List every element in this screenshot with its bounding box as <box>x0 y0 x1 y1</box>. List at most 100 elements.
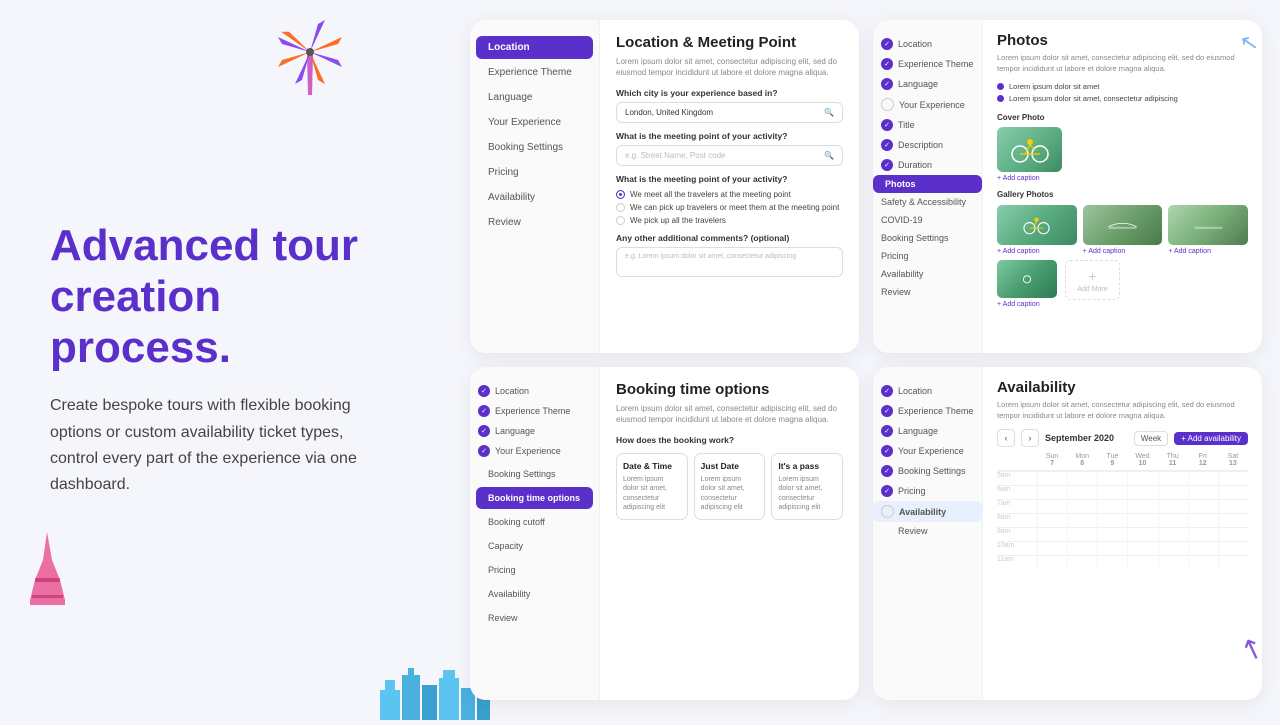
check-dot: ✓ <box>881 38 893 50</box>
sidebar-pricing-p[interactable]: Pricing <box>873 247 982 265</box>
radio-item-3[interactable]: We pick up all the travelers <box>616 216 843 225</box>
option-date-time[interactable]: Date & Time Lorem ipsum dolor sit amet, … <box>616 453 688 519</box>
av-location[interactable]: ✓ Location <box>873 381 982 401</box>
sidebar-booking-s[interactable]: Booking Settings <box>873 229 982 247</box>
gallery-item-1: + Add caption <box>997 205 1077 255</box>
bk-availability[interactable]: Availability <box>476 583 593 605</box>
gallery-item-2: + Add caption <box>1083 205 1163 255</box>
bk-review[interactable]: Review <box>476 607 593 629</box>
sidebar-review-p[interactable]: Review <box>873 283 982 301</box>
radio-group: We meet all the travelers at the meeting… <box>616 190 843 225</box>
left-panel: Advanced tour creation process. Create b… <box>0 0 460 720</box>
comments-textarea[interactable]: e.g. Lorem ipsum dolor sit amet, consect… <box>616 247 843 277</box>
av-booking-s[interactable]: ✓ Booking Settings <box>873 461 982 481</box>
option-jd-desc: Lorem ipsum dolor sit amet, consectetur … <box>701 475 759 511</box>
av-exp-theme[interactable]: ✓ Experience Theme <box>873 401 982 421</box>
windmill-decoration <box>270 10 350 100</box>
nav-booking-settings[interactable]: Booking Settings <box>476 136 593 159</box>
radio-item-2[interactable]: We can pick up travelers or meet them at… <box>616 203 843 212</box>
sidebar-covid[interactable]: COVID-19 <box>873 211 982 229</box>
cal-add-button[interactable]: + Add availability <box>1174 432 1248 445</box>
av-review[interactable]: Review <box>873 522 982 540</box>
cal-row-9am: 9am <box>997 527 1248 541</box>
av-availability[interactable]: Availability <box>873 501 982 522</box>
sidebar-your-exp[interactable]: Your Experience <box>873 94 982 115</box>
bk-booking-settings[interactable]: Booking Settings <box>476 463 593 485</box>
booking-options: Date & Time Lorem ipsum dolor sit amet, … <box>616 453 843 519</box>
bullet-dot-2 <box>997 95 1004 102</box>
av-dot-1: ✓ <box>881 385 893 397</box>
nav-your-experience[interactable]: Your Experience <box>476 111 593 134</box>
check-grey <box>881 98 894 111</box>
av-your-exp[interactable]: ✓ Your Experience <box>873 441 982 461</box>
meeting-input[interactable]: e.g. Street Name, Post code 🔍 <box>616 145 843 166</box>
sidebar-photos[interactable]: Photos <box>873 175 982 193</box>
photos-card: ✓ Location ✓ Experience Theme ✓ Language… <box>873 20 1262 353</box>
bk-dot-4: ✓ <box>478 445 490 457</box>
booking-sidebar: ✓ Location ✓ Experience Theme ✓ Language… <box>470 367 600 700</box>
sidebar-duration[interactable]: ✓ Duration <box>873 155 982 175</box>
av-language[interactable]: ✓ Language <box>873 421 982 441</box>
panels-area: Location Experience Theme Language Your … <box>460 0 1280 720</box>
sidebar-exp-theme[interactable]: ✓ Experience Theme <box>873 54 982 74</box>
gallery-caption-4[interactable]: + Add caption <box>997 301 1057 308</box>
avail-desc: Lorem ipsum dolor sit amet, consectetur … <box>997 400 1248 421</box>
photos-desc: Lorem ipsum dolor sit amet, consectetur … <box>997 53 1248 74</box>
hero-title: Advanced tour creation process. <box>50 221 410 373</box>
gallery-caption-1[interactable]: + Add caption <box>997 248 1077 255</box>
cover-add-caption[interactable]: + Add caption <box>997 175 1062 182</box>
gallery-item-3: + Add caption <box>1168 205 1248 255</box>
av-dot-6: ✓ <box>881 485 893 497</box>
cal-prev-button[interactable]: ‹ <box>997 429 1015 447</box>
gallery-caption-2[interactable]: + Add caption <box>1083 248 1163 255</box>
sidebar-title-item[interactable]: ✓ Title <box>873 115 982 135</box>
cal-month-label: September 2020 <box>1045 433 1128 443</box>
bk-location[interactable]: ✓ Location <box>470 381 599 401</box>
bk-capacity[interactable]: Capacity <box>476 535 593 557</box>
cal-next-button[interactable]: › <box>1021 429 1039 447</box>
cover-photo-label: Cover Photo <box>997 113 1248 122</box>
av-dot-3: ✓ <box>881 425 893 437</box>
nav-experience-theme[interactable]: Experience Theme <box>476 61 593 84</box>
sidebar-safety[interactable]: Safety & Accessibility <box>873 193 982 211</box>
add-more-button[interactable]: + Add More <box>1065 260 1120 300</box>
location-sidebar: Location Experience Theme Language Your … <box>470 20 600 353</box>
bk-your-exp[interactable]: ✓ Your Experience <box>470 441 599 461</box>
bk-dot-2: ✓ <box>478 405 490 417</box>
bk-language[interactable]: ✓ Language <box>470 421 599 441</box>
option-p-title: It's a pass <box>778 461 836 471</box>
bk-exp-theme[interactable]: ✓ Experience Theme <box>470 401 599 421</box>
bk-pricing[interactable]: Pricing <box>476 559 593 581</box>
nav-language[interactable]: Language <box>476 86 593 109</box>
cal-row-7am: 7am <box>997 499 1248 513</box>
bk-booking-cutoff[interactable]: Booking cutoff <box>476 511 593 533</box>
sidebar-desc[interactable]: ✓ Description <box>873 135 982 155</box>
bullet-1: Lorem ipsum dolor sit amet <box>997 82 1248 91</box>
sidebar-avail-p[interactable]: Availability <box>873 265 982 283</box>
option-just-date[interactable]: Just Date Lorem ipsum dolor sit amet, co… <box>694 453 766 519</box>
gallery-caption-3[interactable]: + Add caption <box>1168 248 1248 255</box>
eiffel-decoration <box>20 530 75 610</box>
nav-location[interactable]: Location <box>476 36 593 59</box>
time-8am: 8am <box>997 514 1037 527</box>
sidebar-lang[interactable]: ✓ Language <box>873 74 982 94</box>
time-9am: 9am <box>997 528 1037 541</box>
nav-availability[interactable]: Availability <box>476 186 593 209</box>
option-pass[interactable]: It's a pass Lorem ipsum dolor sit amet, … <box>771 453 843 519</box>
time-10am: 10am <box>997 542 1037 555</box>
bullet-dot-1 <box>997 83 1004 90</box>
cal-row-5am: 5am <box>997 471 1248 485</box>
cal-week-button[interactable]: Week <box>1134 431 1168 446</box>
time-6am: 6am <box>997 486 1037 499</box>
check-dot-4: ✓ <box>881 119 893 131</box>
nav-pricing[interactable]: Pricing <box>476 161 593 184</box>
radio-item-1[interactable]: We meet all the travelers at the meeting… <box>616 190 843 199</box>
av-pricing[interactable]: ✓ Pricing <box>873 481 982 501</box>
check-dot-2: ✓ <box>881 58 893 70</box>
radio-dot-1 <box>616 190 625 199</box>
nav-review[interactable]: Review <box>476 211 593 234</box>
sidebar-location[interactable]: ✓ Location <box>873 34 982 54</box>
bk-booking-time[interactable]: Booking time options <box>476 487 593 509</box>
city-input[interactable]: London, United Kingdom 🔍 <box>616 102 843 123</box>
how-booking-label: How does the booking work? <box>616 435 843 445</box>
